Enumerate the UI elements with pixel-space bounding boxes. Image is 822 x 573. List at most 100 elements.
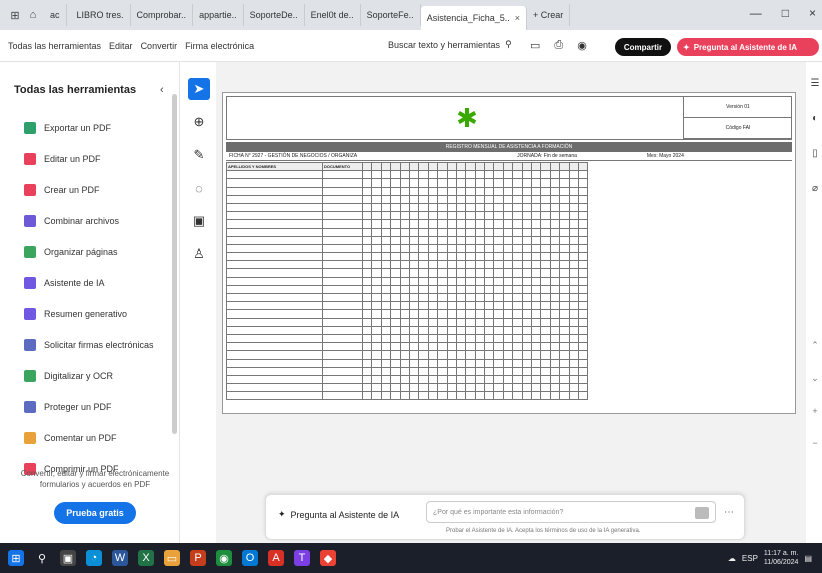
send-icon[interactable] [695,507,709,519]
browser-tab[interactable]: SoporteDe.. [244,4,305,26]
teams-icon[interactable]: T [294,550,310,566]
stamp-icon[interactable]: ♙ [188,243,210,265]
bookmark-icon[interactable]: ▯ [812,148,818,159]
page-down-icon[interactable]: ⌄ [811,373,819,384]
browser-tab[interactable]: appartie.. [193,4,244,26]
share-button[interactable]: Compartir [615,38,671,56]
start-icon[interactable]: ⊞ [8,550,24,566]
attendance-cell [437,252,448,262]
home-icon[interactable]: ⌂ [26,8,40,22]
sidebar-scrollbar[interactable] [172,94,177,434]
minimize-button[interactable]: — [750,6,762,20]
word-icon[interactable]: W [112,550,128,566]
attendance-cell [549,252,561,262]
tools-search[interactable]: Buscar texto y herramientas ⚲ [388,39,512,50]
sidebar-item[interactable]: Exportar un PDF [24,112,174,143]
add-comment-icon[interactable]: ⊕ [188,111,210,133]
browser-tab[interactable]: LIBRO tres. [71,4,131,26]
comment-panel-icon[interactable]: ◐ [812,113,818,124]
acrobat-icon[interactable]: A [268,550,284,566]
tray-lang[interactable]: ESP [742,554,758,563]
sidebar-item[interactable]: Crear un PDF [24,174,174,205]
attendance-cell [493,374,504,385]
explorer-icon[interactable]: ▭ [164,550,180,566]
menu-all-tools[interactable]: Todas las herramientas [8,41,101,51]
browser-tab[interactable]: ac [44,4,67,26]
attendance-cell [484,301,495,311]
apps-icon[interactable]: ⊞ [8,8,22,22]
attendance-cell [399,350,410,360]
attendance-cell [502,260,514,270]
sidebar-item[interactable]: Proteger un PDF [24,391,174,422]
attendance-cell [399,383,410,393]
try-free-button[interactable]: Prueba gratis [54,502,136,524]
zoom-out-icon[interactable]: − [812,438,817,448]
save-icon[interactable]: ▭ [530,39,540,52]
notification-icon[interactable]: ▤ [804,554,812,563]
taskview-icon[interactable]: ▣ [60,550,76,566]
sidebar-item[interactable]: Combinar archivos [24,205,174,236]
select-cursor-icon[interactable]: ➤ [188,78,210,100]
attendance-cell [512,350,523,360]
attendance-cell [446,391,457,401]
sidebar-item[interactable]: Organizar páginas [24,236,174,267]
browser-tab[interactable]: SoporteFe.. [361,4,421,26]
weather-icon[interactable]: ☁ [728,554,736,563]
attendance-cell [521,317,533,327]
browser-tab[interactable]: + Crear [527,4,571,26]
print-icon[interactable]: ⎙ [554,39,563,52]
menu-convert[interactable]: Convertir [141,41,178,51]
attendance-cell [568,202,580,213]
maximize-button[interactable]: □ [782,6,789,20]
page-up-icon[interactable]: ⌃ [811,340,819,351]
attendance-cell [549,317,561,327]
app-icon[interactable]: ◆ [320,550,336,566]
sidebar-item[interactable]: Asistente de IA [24,267,174,298]
attendance-cell [568,317,580,327]
menu-edit[interactable]: Editar [109,41,133,51]
pen-icon[interactable]: ✎ [188,144,210,166]
attendance-cell [371,268,382,278]
attendance-cell [380,374,392,385]
attendance-cell [549,227,561,237]
powerpoint-icon[interactable]: P [190,550,206,566]
close-window-button[interactable]: × [809,6,816,20]
attendance-cell [408,301,420,311]
sidebar-item[interactable]: Digitalizar y OCR [24,360,174,391]
attendance-cell [512,309,523,319]
sidebar-item[interactable]: Editar un PDF [24,143,174,174]
browser-tab[interactable]: Comprobar.. [131,4,194,26]
attendance-cell [521,170,533,180]
menu-esign[interactable]: Firma electrónica [185,41,254,51]
chrome-icon[interactable]: ◉ [216,550,232,566]
more-options-icon[interactable]: ⋯ [724,507,734,518]
student-id-cell [322,170,363,180]
edge-icon[interactable]: ◔ [86,550,102,566]
collapse-icon[interactable]: ‹ [160,84,164,96]
ai-assistant-button[interactable]: ✦ Pregunta al Asistente de IA [677,38,819,56]
attendance-cell [502,276,514,286]
ai-question-input[interactable]: ¿Por qué es importante esta información? [426,501,716,523]
account-icon[interactable]: ◉ [577,39,587,52]
properties-icon[interactable]: ☰ [811,78,820,89]
draw-shape-icon[interactable]: ◌ [188,177,210,199]
zoom-in-icon[interactable]: + [812,406,817,416]
sidebar-item[interactable]: Solicitar firmas electrónicas [24,329,174,360]
search-taskbar-icon[interactable]: ⚲ [34,550,50,566]
attendance-cell [493,383,504,393]
tab-close-icon[interactable]: × [515,13,520,23]
browser-tab[interactable]: Asistencia_Ficha_5.. × [420,6,527,30]
sidebar-item[interactable]: Comentar un PDF [24,422,174,453]
attendance-cell [361,178,373,188]
excel-icon[interactable]: X [138,550,154,566]
attachment-icon[interactable]: ⌀ [812,183,818,194]
text-box-icon[interactable]: ▣ [188,210,210,232]
attendance-cell [484,317,495,327]
attendance-cell [455,252,467,262]
browser-tab[interactable]: Enel0t de.. [305,4,361,26]
outlook-icon[interactable]: O [242,550,258,566]
attendance-cell [549,170,561,180]
sidebar-item[interactable]: Resumen generativo [24,298,174,329]
attendance-cell [531,374,542,385]
clock[interactable]: 11:17 a. m. 11/06/2024 [764,549,799,567]
